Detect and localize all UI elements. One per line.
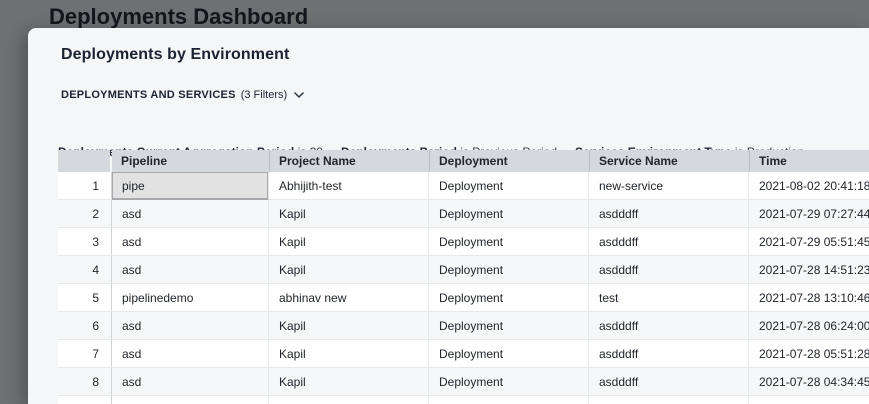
deployments-by-environment-card: Deployments by Environment DEPLOYMENTS A… — [28, 28, 869, 404]
cell-project-name[interactable]: Kapil — [269, 228, 429, 256]
cell-time[interactable]: 2021-07-28 14:51:23 — [749, 256, 869, 284]
table-row: 5pipelinedemoabhinav newDeploymenttest20… — [58, 284, 869, 312]
cell-project-name[interactable]: abhinav new — [269, 284, 429, 312]
cell-deployment[interactable]: Deployment — [429, 256, 589, 284]
cell-pipeline[interactable]: asd — [112, 396, 269, 404]
cell-service-name[interactable]: asdddff — [589, 340, 749, 368]
cell-pipeline[interactable]: asd — [112, 312, 269, 340]
cell-pipeline[interactable]: asd — [112, 228, 269, 256]
cell-pipeline[interactable]: asd — [112, 340, 269, 368]
row-number: 7 — [58, 340, 112, 368]
cell-service-name[interactable]: asdddff — [589, 396, 749, 404]
column-header-service-name[interactable]: Service Name — [589, 150, 749, 172]
cell-time[interactable]: 2021-07-29 07:27:44 — [749, 200, 869, 228]
cell-deployment[interactable]: Deployment — [429, 228, 589, 256]
filters-count: (3 Filters) — [241, 89, 287, 101]
cell-pipeline[interactable]: asd — [112, 256, 269, 284]
cell-pipeline[interactable]: asd — [112, 200, 269, 228]
cell-project-name[interactable]: Kapil — [269, 200, 429, 228]
table-row: 4asdKapilDeploymentasdddff2021-07-28 14:… — [58, 256, 869, 284]
row-number: 3 — [58, 228, 112, 256]
row-number: 9 — [58, 396, 112, 404]
table-row: 8asdKapilDeploymentasdddff2021-07-28 04:… — [58, 368, 869, 396]
cell-service-name[interactable]: new-service — [589, 172, 749, 200]
cell-pipeline[interactable]: asd — [112, 368, 269, 396]
table-header-corner — [58, 150, 110, 172]
cell-deployment[interactable]: Deployment — [429, 200, 589, 228]
table-row: 3asdKapilDeploymentasdddff2021-07-29 05:… — [58, 228, 869, 256]
cell-project-name[interactable]: Kapil — [269, 256, 429, 284]
table-row: 9asdKapilDeploymentasdddff2021-07-28 04:… — [58, 396, 869, 404]
cell-time[interactable]: 2021-07-29 05:51:45 — [749, 228, 869, 256]
cell-project-name[interactable]: Kapil — [269, 340, 429, 368]
cell-service-name[interactable]: asdddff — [589, 200, 749, 228]
cell-service-name[interactable]: asdddff — [589, 312, 749, 340]
table-row: 6asdKapilDeploymentasdddff2021-07-28 06:… — [58, 312, 869, 340]
deployments-table: PipelineProject NameDeploymentService Na… — [58, 150, 869, 404]
filters-section-toggle[interactable]: DEPLOYMENTS AND SERVICES (3 Filters) — [61, 89, 304, 101]
cell-deployment[interactable]: Deployment — [429, 172, 589, 200]
table-row: 7asdKapilDeploymentasdddff2021-07-28 05:… — [58, 340, 869, 368]
cell-time[interactable]: 2021-07-28 04:34:45 — [749, 368, 869, 396]
row-number: 6 — [58, 312, 112, 340]
chevron-down-icon — [294, 92, 304, 98]
page-title: Deployments Dashboard — [49, 4, 308, 30]
card-title: Deployments by Environment — [61, 46, 289, 64]
column-header-pipeline[interactable]: Pipeline — [112, 150, 269, 172]
cell-service-name[interactable]: asdddff — [589, 228, 749, 256]
column-header-time[interactable]: Time — [749, 150, 869, 172]
row-number: 8 — [58, 368, 112, 396]
filters-section-label: DEPLOYMENTS AND SERVICES — [61, 89, 236, 101]
cell-time[interactable]: 2021-07-28 13:10:46 — [749, 284, 869, 312]
row-number: 2 — [58, 200, 112, 228]
cell-time[interactable]: 2021-08-02 20:41:18 — [749, 172, 869, 200]
table-row: 1pipeAbhijith-testDeploymentnew-service2… — [58, 172, 869, 200]
table-body: 1pipeAbhijith-testDeploymentnew-service2… — [58, 172, 869, 404]
cell-time[interactable]: 2021-07-28 06:24:00 — [749, 312, 869, 340]
column-header-project-name[interactable]: Project Name — [269, 150, 429, 172]
cell-time[interactable]: 2021-07-28 05:51:28 — [749, 340, 869, 368]
cell-project-name[interactable]: Kapil — [269, 312, 429, 340]
table-row: 2asdKapilDeploymentasdddff2021-07-29 07:… — [58, 200, 869, 228]
cell-project-name[interactable]: Kapil — [269, 368, 429, 396]
cell-service-name[interactable]: asdddff — [589, 368, 749, 396]
cell-deployment[interactable]: Deployment — [429, 396, 589, 404]
cell-time[interactable]: 2021-07-28 04:14:45 — [749, 396, 869, 404]
cell-project-name[interactable]: Abhijith-test — [269, 172, 429, 200]
cell-deployment[interactable]: Deployment — [429, 368, 589, 396]
cell-project-name[interactable]: Kapil — [269, 396, 429, 404]
cell-deployment[interactable]: Deployment — [429, 312, 589, 340]
row-number: 1 — [58, 172, 112, 200]
cell-deployment[interactable]: Deployment — [429, 340, 589, 368]
cell-service-name[interactable]: test — [589, 284, 749, 312]
table-header-row: PipelineProject NameDeploymentService Na… — [58, 150, 869, 172]
column-header-deployment[interactable]: Deployment — [429, 150, 589, 172]
cell-pipeline[interactable]: pipelinedemo — [112, 284, 269, 312]
row-number: 5 — [58, 284, 112, 312]
cell-pipeline[interactable]: pipe — [112, 172, 269, 200]
cell-deployment[interactable]: Deployment — [429, 284, 589, 312]
row-number: 4 — [58, 256, 112, 284]
cell-service-name[interactable]: asdddff — [589, 256, 749, 284]
